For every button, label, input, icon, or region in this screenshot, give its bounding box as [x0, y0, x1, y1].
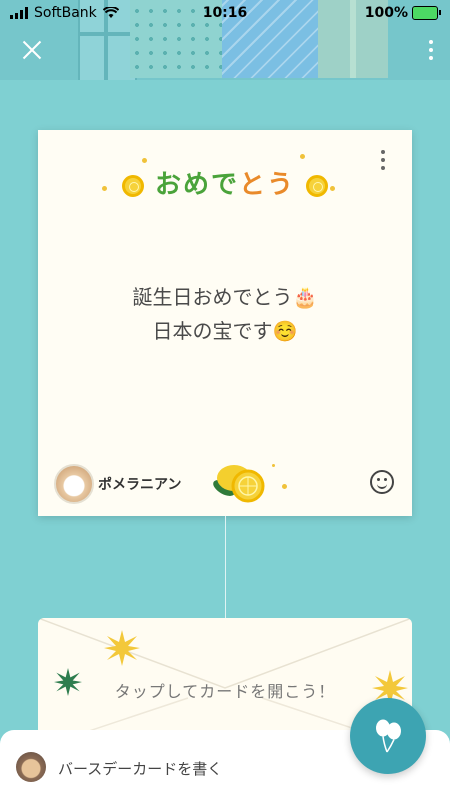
status-time: 10:16 — [202, 5, 248, 21]
decoration-dot — [142, 158, 147, 163]
card-title: おめでとう — [38, 164, 412, 201]
star-icon — [104, 630, 140, 666]
card-title-part2: とう — [239, 170, 296, 200]
status-bar: SoftBank 10:16 100% — [0, 0, 450, 26]
card-message-line1: 誕生日おめでとう🎂 — [132, 285, 318, 309]
close-icon[interactable] — [18, 36, 46, 64]
lemon-slice-icon — [121, 174, 144, 197]
user-avatar — [16, 752, 46, 782]
sender-name: ポメラニアン — [98, 477, 182, 493]
card-message: 誕生日おめでとう🎂 日本の宝です☺️ — [38, 280, 412, 348]
decoration-dot — [282, 484, 287, 489]
balloon-button[interactable] — [350, 698, 426, 774]
card-message-line2: 日本の宝です☺️ — [152, 319, 298, 343]
message-card: おめでとう 誕生日おめでとう🎂 日本の宝です☺️ ポメラニアン — [38, 130, 412, 516]
card-title-part1: おめで — [154, 170, 239, 200]
balloons-icon — [376, 719, 401, 753]
lemon-slice-icon — [306, 174, 329, 197]
open-card-prompt: タップしてカードを開こう！ — [114, 682, 336, 701]
lemon-icon — [213, 465, 265, 503]
smiley-icon[interactable] — [370, 470, 394, 494]
sender-avatar[interactable] — [54, 464, 94, 504]
decoration-dot — [300, 154, 305, 159]
write-card-label: バースデーカードを書く — [58, 760, 223, 778]
battery-icon — [412, 6, 441, 20]
more-vertical-icon[interactable] — [428, 40, 434, 60]
connector-line — [225, 516, 226, 620]
decoration-dot — [272, 464, 275, 467]
